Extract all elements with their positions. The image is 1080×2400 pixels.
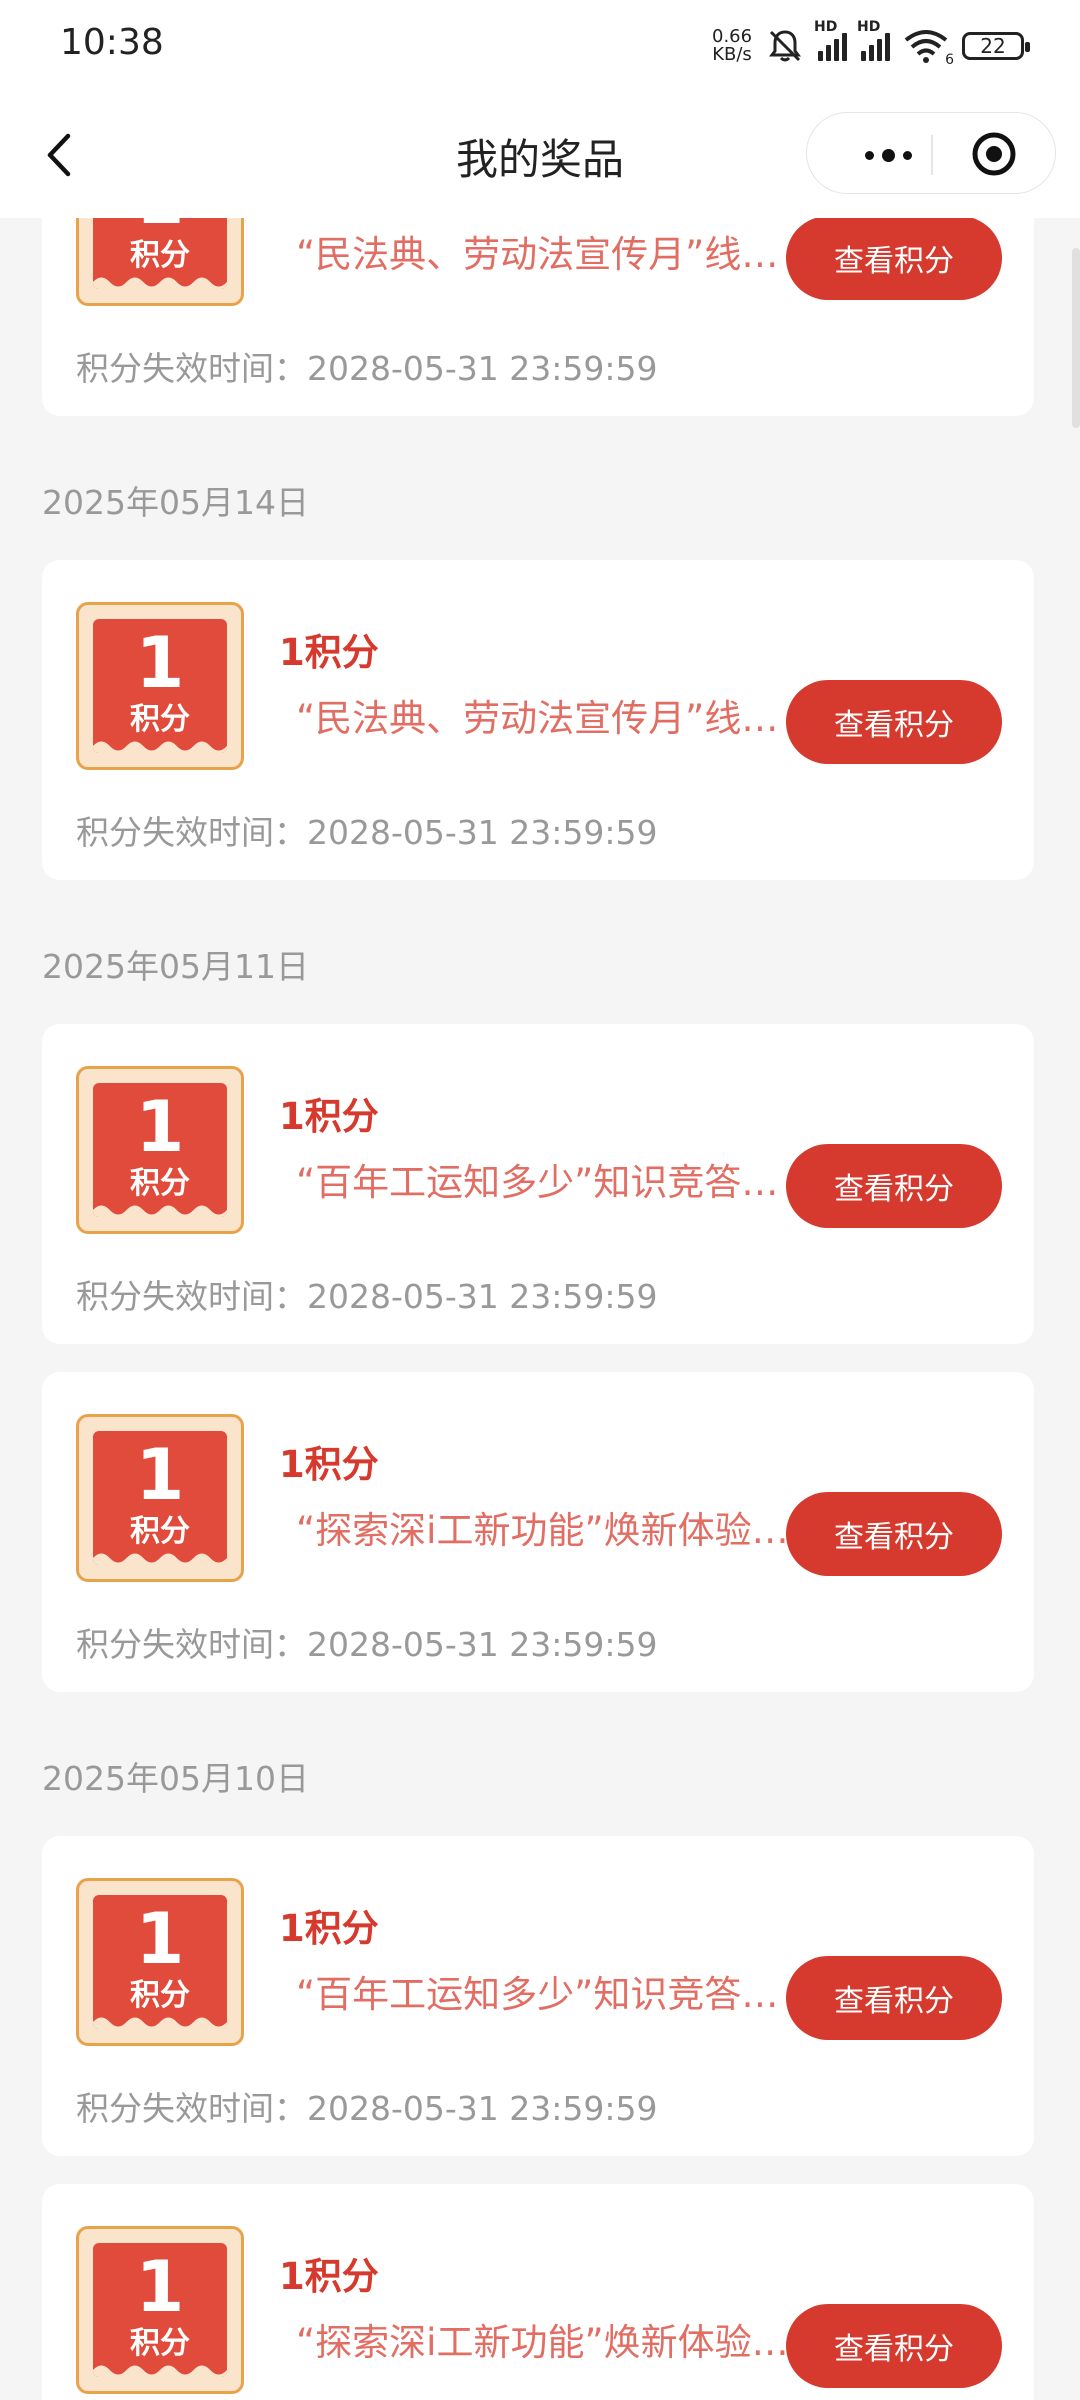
ticket-wave-edge [93,1553,227,1565]
view-points-button[interactable]: 查看积分 [786,680,1002,764]
ticket-wave-edge [93,741,227,753]
activity-name: “探索深i工新功能”焕新体验活动 [296,2321,798,2364]
more-dot-icon [902,150,912,160]
badge-number: 1 [135,1086,185,1168]
cell-signal-1-icon: HD [814,19,847,61]
target-icon [972,132,1016,176]
view-points-button[interactable]: 查看积分 [786,1956,1002,2040]
points-badge-ticket: 1 积分 [93,1431,227,1565]
activity-name: “百年工运知多少”知识竞答活动 [296,1161,798,1204]
activity-name: “百年工运知多少”知识竞答活动 [296,1973,798,2016]
battery-icon: 22 [962,32,1030,60]
ticket-wave-edge [93,2365,227,2377]
prize-card: 1 积分 1积分 “民法典、劳动法宣传月”线上知识竞答活动 查看积分 积分失效时… [42,218,1034,416]
date-header: 2025年05月10日 [42,1759,309,1798]
status-bar: 10:38 0.66 KB/s HD HD 6 22 [0,0,1080,92]
badge-number: 1 [135,622,185,704]
view-points-button[interactable]: 查看积分 [786,1492,1002,1576]
points-badge-ticket: 1 积分 [93,619,227,753]
badge-unit: 积分 [130,238,190,273]
expire-time: 积分失效时间：2028-05-31 23:59:59 [76,813,658,852]
points-amount: 1积分 [279,1443,379,1486]
points-amount: 1积分 [279,2255,379,2298]
badge-unit: 积分 [130,1978,190,2013]
network-speed: 0.66 KB/s [712,28,752,64]
expire-time: 积分失效时间：2028-05-31 23:59:59 [76,2089,658,2128]
cell-signal-2-icon: HD [857,19,890,61]
status-time: 10:38 [60,22,164,63]
expire-time: 积分失效时间：2028-05-31 23:59:59 [76,349,658,388]
points-badge-ticket: 1 积分 [93,1895,227,2029]
badge-number: 1 [135,1434,185,1516]
more-dot-icon [881,148,895,162]
network-speed-unit: KB/s [712,44,752,65]
points-badge: 1 积分 [76,2226,244,2394]
prize-card: 1 积分 1积分 “百年工运知多少”知识竞答活动 查看积分 积分失效时间：202… [42,1836,1034,2156]
bell-muted-icon [769,30,801,62]
prize-list[interactable]: 1 积分 1积分 “民法典、劳动法宣传月”线上知识竞答活动 查看积分 积分失效时… [0,218,1080,2400]
wifi-icon: 6 [904,28,954,68]
ticket-wave-edge [93,2017,227,2029]
badge-unit: 积分 [130,702,190,737]
expire-time: 积分失效时间：2028-05-31 23:59:59 [76,1625,658,1664]
points-amount: 1积分 [279,1907,379,1950]
activity-name: “探索深i工新功能”焕新体验活动 [296,1509,798,1552]
wifi-sub-label: 6 [945,52,954,68]
prize-card: 1 积分 1积分 “百年工运知多少”知识竞答活动 查看积分 积分失效时间：202… [42,1024,1034,1344]
expire-time: 积分失效时间：2028-05-31 23:59:59 [76,1277,658,1316]
battery-level: 22 [980,34,1006,58]
points-badge: 1 积分 [76,1066,244,1234]
points-amount: 1积分 [279,1095,379,1138]
more-button[interactable] [843,135,933,175]
hd-label-2: HD [857,19,881,35]
more-dot-icon [864,150,874,160]
close-program-button[interactable] [971,131,1017,177]
view-points-button[interactable]: 查看积分 [786,218,1002,300]
badge-number: 1 [135,1898,185,1980]
badge-number: 1 [93,218,227,239]
activity-name: “民法典、劳动法宣传月”线上知识竞答活动 [296,697,798,740]
status-icons: 0.66 KB/s HD HD 6 22 [712,19,1030,68]
prize-card: 1 积分 1积分 “民法典、劳动法宣传月”线上知识竞答活动 查看积分 积分失效时… [42,560,1034,880]
nav-bar: 我的奖品 [0,92,1080,218]
points-badge-ticket: 1 积分 [93,2243,227,2377]
view-points-button[interactable]: 查看积分 [786,1144,1002,1228]
points-badge: 1 积分 [76,218,244,306]
prize-card: 1 积分 1积分 “探索深i工新功能”焕新体验活动 查看积分 积分失效时间：20… [42,2184,1034,2400]
points-amount: 1积分 [279,631,379,674]
date-header: 2025年05月14日 [42,483,309,522]
points-badge: 1 积分 [76,602,244,770]
badge-number: 1 [135,2246,185,2328]
badge-unit: 积分 [130,1166,190,1201]
view-points-button[interactable]: 查看积分 [786,2304,1002,2388]
mini-program-capsule [806,112,1056,194]
points-badge-ticket: 1 积分 [93,218,227,289]
prize-card: 1 积分 1积分 “探索深i工新功能”焕新体验活动 查看积分 积分失效时间：20… [42,1372,1034,1692]
date-header: 2025年05月11日 [42,947,309,986]
badge-unit: 积分 [130,2326,190,2361]
capsule-divider [931,135,933,175]
badge-unit: 积分 [130,1514,190,1549]
ticket-wave-edge [93,277,227,289]
points-badge-ticket: 1 积分 [93,1083,227,1217]
points-badge: 1 积分 [76,1414,244,1582]
hd-label-1: HD [814,19,838,35]
ticket-wave-edge [93,1205,227,1217]
scrollbar[interactable] [1072,248,1080,428]
points-badge: 1 积分 [76,1878,244,2046]
activity-name: “民法典、劳动法宣传月”线上知识竞答活动 [296,233,798,276]
